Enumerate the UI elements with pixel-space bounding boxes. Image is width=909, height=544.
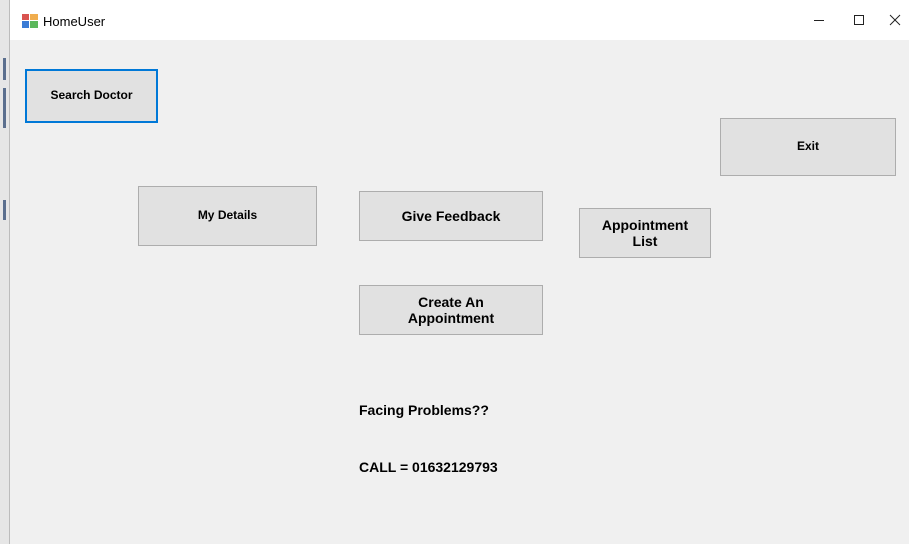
background-window-fragment [3, 88, 6, 128]
create-appointment-button[interactable]: Create An Appointment [359, 285, 543, 335]
maximize-icon [854, 15, 864, 25]
close-icon [889, 14, 901, 26]
background-window-fragment [3, 58, 6, 80]
window-title: HomeUser [43, 14, 106, 29]
background-window-edge [0, 0, 10, 544]
call-number-label: CALL = 01632129793 [359, 459, 498, 475]
appointment-list-button[interactable]: Appointment List [579, 208, 711, 258]
exit-button[interactable]: Exit [720, 118, 896, 176]
give-feedback-button[interactable]: Give Feedback [359, 191, 543, 241]
my-details-button[interactable]: My Details [138, 186, 317, 246]
close-button[interactable] [872, 0, 909, 40]
app-icon [22, 14, 38, 28]
minimize-icon [814, 20, 824, 21]
title-bar[interactable]: HomeUser [10, 0, 909, 40]
search-doctor-button[interactable]: Search Doctor [25, 69, 158, 123]
facing-problems-label: Facing Problems?? [359, 402, 489, 418]
background-window-fragment [3, 200, 6, 220]
